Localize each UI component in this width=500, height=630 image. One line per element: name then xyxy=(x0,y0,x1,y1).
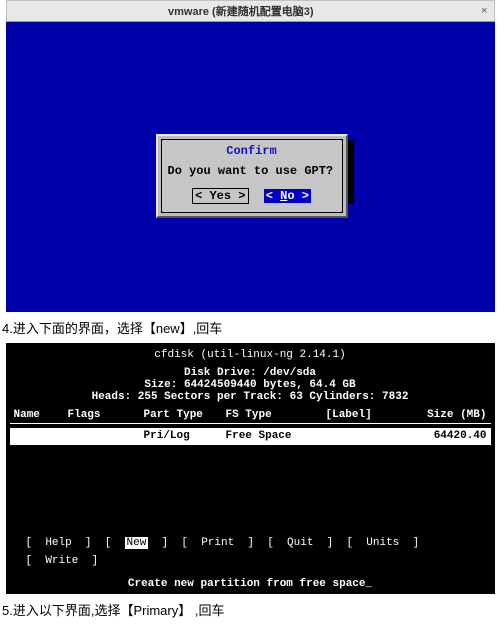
dialog-shadow xyxy=(348,140,354,204)
disk-drive: Disk Drive: /dev/sda xyxy=(10,367,491,379)
disk-geometry: Heads: 255 Sectors per Track: 63 Cylinde… xyxy=(10,391,491,403)
col-size: Size (MB) xyxy=(406,409,491,421)
cell-part-type: Pri/Log xyxy=(144,430,226,442)
cfdisk-menu: [ Help ] [ New ] [ Print ] [ Quit ] [ Un… xyxy=(10,535,491,570)
help-button[interactable]: [ Help ] xyxy=(26,535,92,553)
cell-fs-type: Free Space xyxy=(226,430,326,442)
disk-size: Size: 64424509440 bytes, 64.4 GB xyxy=(10,379,491,391)
window-title: vmware (新建随机配置电脑3) xyxy=(7,3,476,19)
dialog-body: Confirm Do you want to use GPT? < Yes > … xyxy=(161,139,343,213)
no-button[interactable]: < No > xyxy=(264,189,311,203)
vmware-window: vmware (新建随机配置电脑3) × Confirm Do you want… xyxy=(6,0,495,312)
dialog-message: Do you want to use GPT? xyxy=(168,164,336,178)
units-button[interactable]: [ Units ] xyxy=(346,535,419,553)
dialog-title: Confirm xyxy=(226,144,276,158)
col-part-type: Part Type xyxy=(144,409,226,421)
table-row[interactable]: Pri/Log Free Space 64420.40 xyxy=(10,428,491,445)
cell-name xyxy=(10,430,68,442)
cfdisk-terminal: cfdisk (util-linux-ng 2.14.1) Disk Drive… xyxy=(6,343,495,594)
print-button[interactable]: [ Print ] xyxy=(181,535,254,553)
close-icon[interactable]: × xyxy=(475,5,493,17)
col-fs-type: FS Type xyxy=(226,409,326,421)
new-button[interactable]: [ New ] xyxy=(105,535,168,553)
titlebar: vmware (新建随机配置电脑3) × xyxy=(6,0,495,22)
cfdisk-hint: Create new partition from free space_ xyxy=(10,578,491,592)
cfdisk-program: cfdisk (util-linux-ng 2.14.1) xyxy=(10,349,491,361)
step4-caption: 4.进入下面的界面，选择【new】,回车 xyxy=(0,312,500,343)
table-header-row: Name Flags Part Type FS Type [Label] Siz… xyxy=(10,409,491,424)
dialog-button-row: < Yes > < No > xyxy=(168,188,336,204)
step5-caption: 5.进入以下界面,选择【Primary】 ,回车 xyxy=(0,594,500,625)
cell-flags xyxy=(68,430,144,442)
col-name: Name xyxy=(10,409,68,421)
quit-button[interactable]: [ Quit ] xyxy=(267,535,333,553)
console-bluescreen: Confirm Do you want to use GPT? < Yes > … xyxy=(6,22,495,312)
col-label: [Label] xyxy=(326,409,406,421)
confirm-dialog: Confirm Do you want to use GPT? < Yes > … xyxy=(156,134,348,218)
cell-label xyxy=(326,430,406,442)
write-button[interactable]: [ Write ] xyxy=(26,553,99,571)
col-flags: Flags xyxy=(68,409,144,421)
cell-size: 64420.40 xyxy=(406,430,491,442)
yes-button[interactable]: < Yes > xyxy=(192,188,248,204)
